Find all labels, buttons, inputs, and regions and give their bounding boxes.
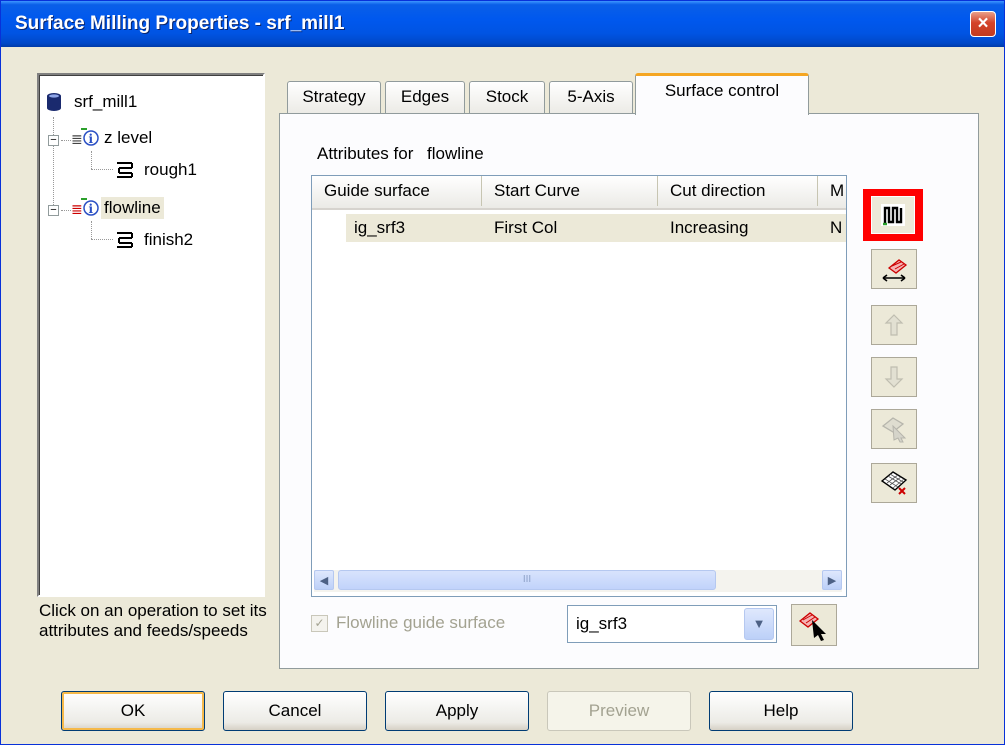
attributes-value: flowline (427, 144, 484, 163)
svg-text:≣: ≣ (71, 202, 83, 218)
tree-item-label: rough1 (144, 160, 197, 179)
tree-connector (61, 210, 71, 211)
svg-text:i: i (89, 132, 94, 146)
dialog-window: Surface Milling Properties - srf_mill1 ×… (0, 0, 1005, 745)
column-guide-surface[interactable]: Guide surface (312, 176, 482, 206)
table-cell: N (830, 218, 843, 237)
info-icon: ≣ i (71, 198, 99, 218)
tree-item-label: finish2 (144, 230, 194, 249)
tree-connector (53, 117, 54, 211)
close-button[interactable]: × (970, 11, 996, 37)
tab-5-axis[interactable]: 5-Axis (549, 81, 633, 113)
move-up-icon (884, 314, 904, 336)
horizontal-scrollbar[interactable]: ◀ III ▶ (314, 570, 842, 592)
arrow-left-icon: ◀ (319, 575, 329, 587)
tree-connector (61, 140, 71, 141)
table-row[interactable]: ig_srf3 First Col Increasing N (346, 214, 846, 242)
hint-text: Click on an operation to set its attribu… (39, 601, 267, 640)
tree-root-label: srf_mill1 (74, 92, 138, 111)
column-cut-direction[interactable]: Cut direction (658, 176, 818, 206)
tab-edges[interactable]: Edges (385, 81, 465, 113)
window-title: Surface Milling Properties - srf_mill1 (15, 13, 345, 34)
table-header: Guide surface Start Curve Cut direction … (312, 176, 846, 210)
table-cell: Increasing (670, 218, 749, 237)
ok-button[interactable]: OK (61, 691, 205, 731)
title-bar[interactable]: Surface Milling Properties - srf_mill1 × (1, 1, 1004, 47)
tab-surface-control[interactable]: Surface control (635, 73, 809, 115)
cancel-button[interactable]: Cancel (223, 691, 367, 731)
checkmark-icon: ✓ (314, 615, 325, 630)
move-down-button[interactable] (871, 357, 917, 397)
help-button[interactable]: Help (709, 691, 853, 731)
tree-item-label: z level (104, 128, 153, 147)
column-start-curve[interactable]: Start Curve (482, 176, 658, 206)
tree-item-label: flowline (101, 197, 164, 219)
attributes-label: Attributes for (317, 144, 414, 163)
tree-item-rough1[interactable]: rough1 (115, 159, 200, 181)
svg-text:≣: ≣ (71, 132, 83, 148)
arrow-right-icon: ▶ (827, 575, 837, 587)
toolpath-icon (117, 162, 133, 178)
scroll-right-button[interactable]: ▶ (822, 570, 842, 590)
columns-icon (881, 204, 905, 226)
apply-button[interactable]: Apply (385, 691, 529, 731)
table-cell: First Col (494, 218, 558, 237)
tree-item-finish2[interactable]: finish2 (115, 229, 196, 251)
combo-dropdown-button[interactable]: ▼ (744, 608, 774, 640)
collapse-toggle[interactable]: − (48, 205, 59, 216)
operation-tree[interactable]: srf_mill1 − ≣ i z level rough1 − ≣ i flo… (37, 73, 265, 597)
grid-surface-button[interactable] (871, 463, 917, 503)
tree-item-z-level[interactable]: ≣ i z level (71, 127, 155, 149)
move-up-button[interactable] (871, 305, 917, 345)
chevron-down-icon: ▼ (752, 616, 766, 631)
guide-surface-combo[interactable]: ig_srf3 ▼ (567, 605, 777, 643)
select-surface-icon (881, 417, 907, 443)
swap-direction-button[interactable] (871, 249, 917, 289)
scroll-thumb[interactable]: III (338, 570, 716, 590)
guide-surface-table[interactable]: Guide surface Start Curve Cut direction … (311, 175, 847, 597)
grip-icon: III (522, 574, 532, 585)
collapse-toggle[interactable]: − (48, 135, 59, 146)
swap-direction-icon (882, 259, 908, 282)
toolpath-icon (117, 232, 133, 248)
tab-strategy[interactable]: Strategy (287, 81, 381, 113)
checkbox-box[interactable]: ✓ (311, 614, 328, 632)
pick-arrow-icon (798, 612, 826, 641)
preview-button[interactable]: Preview (547, 691, 691, 731)
column-m[interactable]: M (818, 176, 846, 206)
flowline-guide-checkbox[interactable]: ✓ Flowline guide surface (311, 613, 505, 633)
select-surface-button[interactable] (871, 409, 917, 449)
columns-button[interactable] (863, 189, 923, 241)
database-icon (47, 93, 61, 111)
svg-text:i: i (89, 202, 94, 216)
close-icon: × (977, 13, 989, 34)
tree-connector (91, 239, 113, 240)
tab-stock[interactable]: Stock (469, 81, 545, 113)
pick-surface-button[interactable] (791, 604, 837, 646)
tree-connector (91, 151, 92, 169)
tree-connector (91, 169, 113, 170)
scroll-left-button[interactable]: ◀ (314, 570, 334, 590)
combo-value: ig_srf3 (576, 614, 628, 633)
grid-surface-icon (880, 471, 908, 495)
move-down-icon (884, 366, 904, 388)
checkbox-label: Flowline guide surface (336, 613, 506, 632)
info-icon: ≣ i (71, 128, 99, 148)
tree-root[interactable]: srf_mill1 (45, 91, 140, 113)
table-cell: ig_srf3 (354, 218, 406, 237)
tree-connector (91, 221, 92, 239)
tree-item-flowline[interactable]: ≣ i flowline (71, 197, 164, 219)
